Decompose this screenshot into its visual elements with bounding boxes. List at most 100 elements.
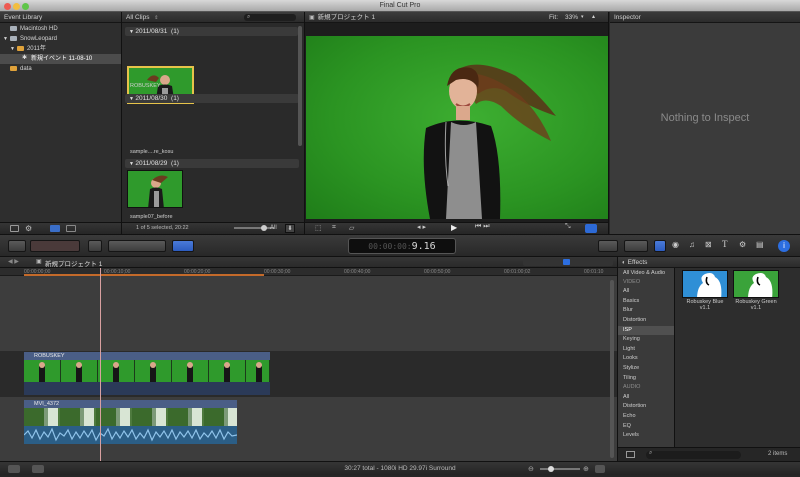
enhancements-button[interactable]: [598, 240, 618, 252]
clip-zoom-slider[interactable]: [234, 227, 274, 229]
filmstrip-view-icon[interactable]: [50, 225, 60, 232]
effects-category-item[interactable]: Distortion: [618, 316, 674, 326]
effects-search-field[interactable]: ⌕: [646, 450, 741, 459]
hide-categories-icon[interactable]: [626, 451, 635, 458]
retime-button[interactable]: [624, 240, 648, 252]
main-toolbar: 00:00:00:9.16 ◉ ♫ ⊠ T ⚙ ▤ i: [0, 234, 800, 257]
edit-mode-buttons[interactable]: [108, 240, 166, 252]
effects-category-item[interactable]: Keying: [618, 335, 674, 345]
effects-category-item[interactable]: Basics: [618, 297, 674, 307]
timecode-display[interactable]: 00:00:00:9.16: [348, 238, 456, 254]
disclosure-triangle-icon[interactable]: ▼: [10, 46, 15, 52]
show-library-icon[interactable]: [10, 225, 19, 232]
clip-thumbnail-sample-kosu[interactable]: [127, 170, 183, 208]
inspector-info-icon[interactable]: i: [778, 240, 790, 252]
transform-icon[interactable]: ⌗: [332, 224, 336, 232]
keyword-button[interactable]: [88, 240, 102, 252]
zoom-menu[interactable]: 33%: [565, 12, 578, 23]
close-window-button[interactable]: [4, 3, 11, 10]
date-group-header[interactable]: ▼ 2011/08/29 (1): [125, 159, 299, 168]
effects-title: Effects: [627, 259, 648, 266]
effects-category-item[interactable]: All: [618, 393, 674, 403]
previous-frame-icon[interactable]: ◂ ▸: [417, 223, 426, 231]
timeline-summary: 30:27 total - 1080i HD 29.97i Surround: [344, 465, 456, 472]
disclosure-triangle-icon[interactable]: ▼: [3, 36, 8, 42]
effects-category-item[interactable]: Blur: [618, 306, 674, 316]
effects-category-item[interactable]: Distortion: [618, 402, 674, 412]
viewer-project-name: 新規プロジェクト 1: [317, 14, 376, 21]
effects-category-item[interactable]: Echo: [618, 412, 674, 422]
themes-icon[interactable]: ▤: [756, 240, 764, 249]
slider-knob[interactable]: [261, 225, 267, 231]
browser-search-field[interactable]: ⌕: [244, 14, 296, 21]
viewer-header: ▣ 新規プロジェクト 1 Fit: 33% ▾ ▴: [305, 12, 608, 23]
back-arrow-icon[interactable]: ◀ ▶: [8, 258, 19, 265]
timeline-area[interactable]: ROBUSKEY MVI_4372: [0, 268, 617, 461]
event-library-pane: Event Library Macintosh HD ▼ SnowLeopard …: [0, 12, 122, 234]
loop-playback-icon[interactable]: [585, 224, 597, 233]
audio-meters-icon[interactable]: [32, 465, 44, 473]
crop-icon[interactable]: ⬚: [315, 224, 322, 232]
list-view-icon[interactable]: [66, 225, 76, 232]
timeline-zoom-slider[interactable]: [540, 468, 580, 470]
clip-filter-menu[interactable]: All Clips: [126, 14, 149, 21]
snapping-toggle[interactable]: [563, 259, 570, 265]
date-group-header[interactable]: ▼ 2011/08/30 (1): [125, 94, 299, 103]
fullscreen-icon[interactable]: ⤡: [565, 223, 571, 231]
effects-category-item[interactable]: EQ: [618, 422, 674, 432]
effects-category-item[interactable]: ISP: [618, 325, 674, 336]
minimize-window-button[interactable]: [13, 3, 20, 10]
effects-category-item[interactable]: Light: [618, 345, 674, 355]
effects-category-item[interactable]: Levels: [618, 431, 674, 441]
clip-thumbnail-image: [128, 171, 182, 207]
distort-icon[interactable]: ▱: [349, 224, 354, 232]
video-frame-image: [423, 64, 556, 219]
effects-category-item[interactable]: Stylize: [618, 364, 674, 374]
connected-clip-robuskey[interactable]: ROBUSKEY: [24, 352, 270, 395]
library-item-data[interactable]: data: [0, 64, 121, 74]
timeline-scrollbar[interactable]: [610, 280, 614, 458]
photos-icon[interactable]: ◉: [672, 240, 679, 249]
timeline-ruler[interactable]: 00:00:00;00 00:00:10;00 00:00:20;00 00:0…: [0, 268, 617, 276]
library-item-year-2011[interactable]: ▼ 2011年: [0, 44, 121, 54]
titles-icon[interactable]: T: [722, 239, 728, 249]
viewer-frame[interactable]: [306, 36, 608, 219]
filter-arrow-icon[interactable]: ⬇: [285, 224, 295, 233]
effects-browser-icon[interactable]: [654, 240, 666, 252]
background-tasks-icon[interactable]: [8, 465, 20, 473]
primary-clip-mvi-4372[interactable]: MVI_4372: [24, 400, 237, 444]
effect-robuskey-blue[interactable]: [682, 270, 728, 298]
transitions-icon[interactable]: ⊠: [705, 240, 712, 249]
date-group-header[interactable]: ▼ 2011/08/31 (1): [125, 27, 298, 36]
play-icon[interactable]: ▶: [451, 223, 457, 232]
playhead[interactable]: [100, 268, 101, 461]
action-gear-icon[interactable]: ⚙: [25, 224, 32, 233]
browser-scrollbar[interactable]: [298, 26, 302, 146]
view-options-icon[interactable]: ▴: [592, 12, 595, 23]
effects-category-all-video-audio[interactable]: All Video & Audio: [618, 268, 674, 278]
event-library-bottom-bar: ⚙: [0, 222, 121, 234]
effects-category-item[interactable]: All: [618, 287, 674, 297]
clip-name-label: sample....re_kosu: [130, 149, 174, 155]
effects-category-item[interactable]: Looks: [618, 354, 674, 364]
timeline-view-controls[interactable]: [523, 258, 613, 266]
effect-robuskey-green[interactable]: [733, 270, 779, 298]
media-import-button[interactable]: [30, 240, 80, 252]
zoom-window-button[interactable]: [22, 3, 29, 10]
effects-category-header: AUDIO: [623, 384, 641, 391]
zoom-slider-knob[interactable]: [548, 466, 554, 472]
library-item-snowleopard[interactable]: ▼ SnowLeopard: [0, 34, 121, 44]
record-voiceover-button[interactable]: [8, 240, 26, 252]
clip-appearance-icon[interactable]: [595, 465, 605, 473]
go-to-start-icon[interactable]: ⏮ ⏭: [475, 223, 490, 231]
library-item-event-selected[interactable]: ✱ 新規イベント 11-08-10: [0, 54, 121, 64]
generators-icon[interactable]: ⚙: [739, 240, 746, 249]
select-tool-button[interactable]: [172, 240, 194, 252]
chevron-down-icon[interactable]: ▾: [581, 12, 584, 23]
library-item-macintosh-hd[interactable]: Macintosh HD: [0, 24, 121, 34]
effects-category-item[interactable]: Tiling: [618, 374, 674, 384]
music-icon[interactable]: ♫: [689, 240, 695, 249]
effects-category-header: VIDEO: [623, 278, 641, 285]
duration-filter-menu[interactable]: All: [270, 225, 277, 231]
status-bar: 30:27 total - 1080i HD 29.97i Surround ⊖…: [0, 461, 800, 475]
